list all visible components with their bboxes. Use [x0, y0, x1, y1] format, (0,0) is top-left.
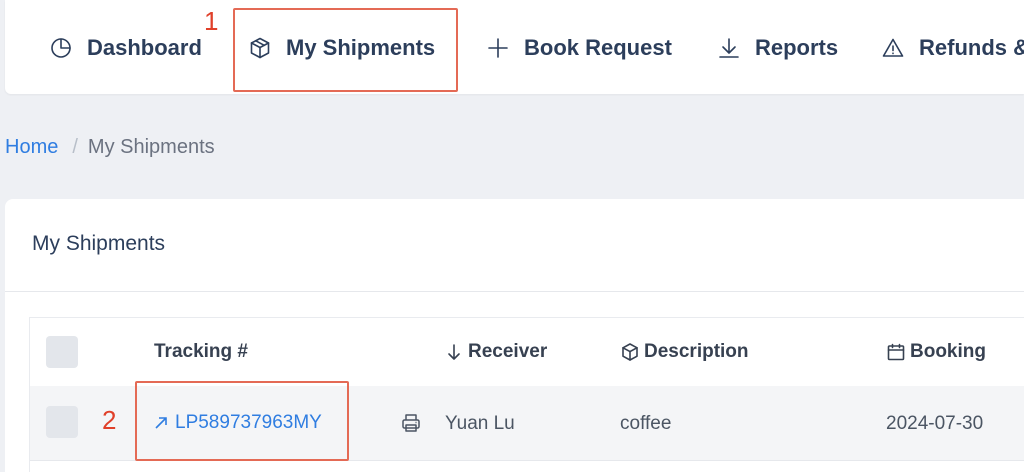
receiver-cell: Yuan Lu: [445, 413, 515, 434]
column-header-label: Tracking #: [154, 341, 248, 362]
warning-icon: [881, 36, 905, 60]
annotation-number-1: 1: [204, 6, 219, 36]
nav-item-label: Book Request: [524, 35, 672, 60]
table-header: Tracking # Receiver Description Booking: [30, 318, 1024, 386]
annotation-box-2: [135, 381, 349, 461]
row-checkbox[interactable]: [46, 406, 78, 438]
nav-item-dashboard[interactable]: Dashboard: [49, 28, 202, 68]
breadcrumb-current: My Shipments: [87, 135, 215, 158]
nav-item-label: Reports: [755, 35, 839, 60]
print-icon[interactable]: [400, 412, 424, 436]
download-icon: [717, 36, 741, 60]
annotation-number-2: 2: [102, 405, 117, 435]
column-header-label: Description: [644, 341, 749, 362]
card-title: My Shipments: [32, 232, 166, 255]
column-header-receiver[interactable]: Receiver: [444, 341, 547, 363]
description-cell: coffee: [620, 413, 672, 434]
breadcrumb: Home / My Shipments: [5, 134, 215, 160]
nav-item-refunds[interactable]: Refunds &: [881, 28, 1024, 68]
sort-down-icon: [448, 344, 460, 360]
nav-item-label: Dashboard: [87, 35, 202, 60]
calendar-icon: [887, 343, 905, 361]
column-header-booking[interactable]: Booking: [886, 341, 986, 363]
column-header-label: Receiver: [468, 341, 548, 362]
annotation-box-1: [233, 8, 458, 92]
nav-item-book-request[interactable]: Book Request: [486, 28, 672, 68]
plus-icon: [486, 36, 510, 60]
column-header-description[interactable]: Description: [620, 341, 749, 363]
breadcrumb-separator: /: [72, 135, 78, 158]
nav-item-label: Refunds &: [919, 35, 1024, 60]
booking-date-cell: 2024-07-30: [886, 413, 984, 434]
box-icon: [622, 343, 638, 361]
top-navigation: Dashboard My Shipments Book Request Repo…: [5, 0, 1024, 94]
pie-chart-icon: [49, 36, 73, 60]
column-header-label: Booking: [910, 341, 986, 362]
card-divider: [5, 291, 1024, 292]
nav-item-reports[interactable]: Reports: [717, 28, 838, 68]
breadcrumb-home-link[interactable]: Home: [5, 136, 58, 159]
column-header-tracking[interactable]: Tracking #: [154, 341, 248, 363]
select-all-checkbox[interactable]: [46, 336, 78, 368]
